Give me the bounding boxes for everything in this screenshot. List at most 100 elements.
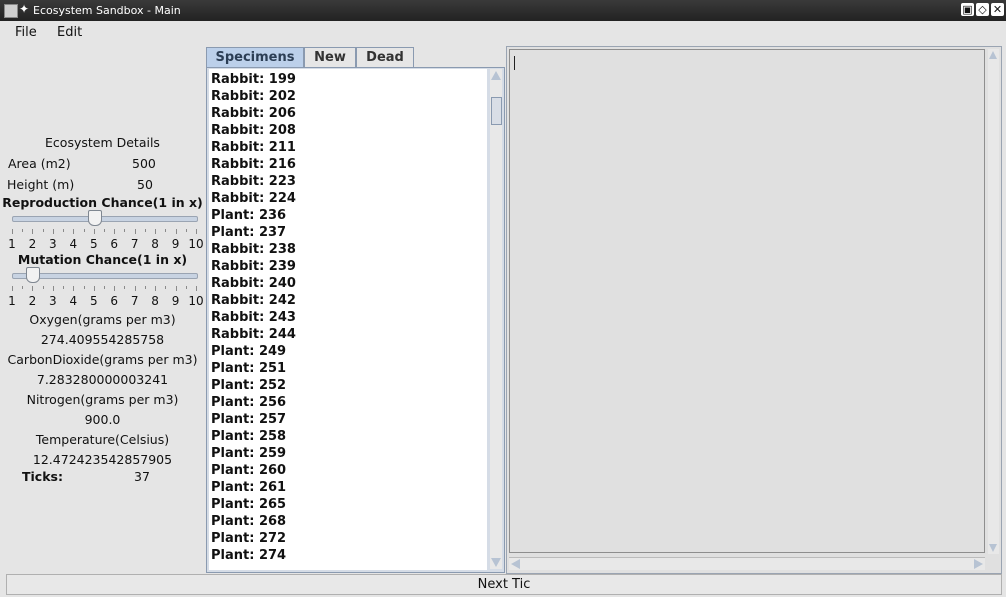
list-item[interactable]: Rabbit: 206 xyxy=(211,106,296,121)
mutation-slider[interactable] xyxy=(12,267,198,283)
list-item[interactable]: Plant: 252 xyxy=(211,378,286,393)
area-value: 500 xyxy=(132,156,156,171)
mutation-tick xyxy=(175,286,177,291)
log-scroll-up-icon[interactable] xyxy=(989,51,997,59)
reproduction-tick xyxy=(42,229,44,232)
reproduction-tick-label: 1 xyxy=(8,237,16,251)
temperature-label: Temperature(Celsius) xyxy=(35,432,170,447)
specimens-scrollbar[interactable] xyxy=(490,69,502,569)
mutation-tick-label: 1 xyxy=(8,294,16,308)
reproduction-tick xyxy=(104,229,105,232)
reproduction-tick-label: 3 xyxy=(49,237,57,251)
list-item[interactable]: Rabbit: 243 xyxy=(211,310,296,325)
mutation-tick-label: 4 xyxy=(69,294,78,308)
menu-file[interactable]: File xyxy=(15,25,37,40)
list-item[interactable]: Rabbit: 223 xyxy=(211,174,296,189)
close-icon[interactable]: ✕ xyxy=(991,3,1004,16)
scroll-down-icon[interactable] xyxy=(491,558,501,567)
reproduction-tick-label: 2 xyxy=(28,237,37,251)
tab-new[interactable]: New xyxy=(304,47,356,67)
list-item[interactable]: Plant: 249 xyxy=(211,344,286,359)
log-scroll-down-icon[interactable] xyxy=(989,544,997,552)
list-item[interactable]: Rabbit: 224 xyxy=(211,191,296,206)
log-horizontal-scrollbar[interactable] xyxy=(509,557,985,570)
reproduction-tick xyxy=(52,229,54,234)
mutation-tick-label: 7 xyxy=(130,294,139,308)
list-item[interactable]: Plant: 257 xyxy=(211,412,286,427)
window-menu-icon[interactable] xyxy=(4,4,18,18)
mutation-tick xyxy=(32,286,34,291)
log-text-area[interactable] xyxy=(509,49,985,553)
list-item[interactable]: Plant: 236 xyxy=(211,208,286,223)
specimens-list[interactable]: Rabbit: 199 Rabbit: 202 Rabbit: 206 Rabbit:… xyxy=(209,69,487,570)
log-vertical-scrollbar[interactable] xyxy=(988,49,999,554)
mutation-tick xyxy=(104,286,105,289)
list-item[interactable]: Rabbit: 240 xyxy=(211,276,296,291)
list-item[interactable]: Rabbit: 208 xyxy=(211,123,296,138)
reproduction-tick-label: 8 xyxy=(151,237,159,251)
list-item[interactable]: Rabbit: 239 xyxy=(211,259,296,274)
list-item[interactable]: Rabbit: 202 xyxy=(211,89,296,104)
tab-specimens[interactable]: Specimens xyxy=(206,47,304,67)
list-item[interactable]: Plant: 261 xyxy=(211,480,286,495)
list-item[interactable]: Rabbit: 244 xyxy=(211,327,296,342)
reproduction-slider-thumb[interactable] xyxy=(87,210,102,226)
mutation-tick-label: 10 xyxy=(188,294,204,308)
list-item[interactable]: Rabbit: 238 xyxy=(211,242,296,257)
list-item[interactable]: Plant: 272 xyxy=(211,531,286,546)
mutation-tick xyxy=(185,286,187,289)
tab-dead[interactable]: Dead xyxy=(356,47,414,67)
mutation-tick xyxy=(22,286,24,289)
reproduction-slider[interactable] xyxy=(12,210,198,226)
oxygen-value: 274.409554285758 xyxy=(40,332,165,347)
log-scroll-left-icon[interactable] xyxy=(511,559,520,569)
reproduction-tick xyxy=(114,229,116,234)
oxygen-label: Oxygen(grams per m3) xyxy=(29,312,176,327)
list-item[interactable]: Plant: 237 xyxy=(211,225,286,240)
reproduction-tick-label: 4 xyxy=(69,237,78,251)
reproduction-tick xyxy=(185,229,187,232)
list-item[interactable]: Rabbit: 199 xyxy=(211,72,296,87)
log-scroll-right-icon[interactable] xyxy=(974,559,983,569)
mutation-tick-label: 3 xyxy=(49,294,57,308)
menu-bar: File Edit xyxy=(0,21,1006,44)
list-item[interactable]: Plant: 265 xyxy=(211,497,286,512)
specimens-panel: Rabbit: 199 Rabbit: 202 Rabbit: 206 Rabbit:… xyxy=(206,67,505,573)
list-item[interactable]: Rabbit: 216 xyxy=(211,157,296,172)
mutation-tick xyxy=(42,286,44,289)
title-bar: ✦ Ecosystem Sandbox - Main ▣ ◇ ✕ xyxy=(0,0,1006,21)
mutation-tick xyxy=(155,286,157,291)
list-item[interactable]: Rabbit: 211 xyxy=(211,140,296,155)
list-item[interactable]: Rabbit: 242 xyxy=(211,293,296,308)
restore-icon[interactable]: ▣ xyxy=(961,3,974,16)
menu-edit[interactable]: Edit xyxy=(57,25,82,40)
mutation-slider-thumb[interactable] xyxy=(26,267,41,283)
reproduction-tick-label: 10 xyxy=(188,237,204,251)
reproduction-ticks xyxy=(12,229,197,235)
mutation-tick xyxy=(114,286,116,291)
scroll-thumb[interactable] xyxy=(491,97,502,125)
reproduction-tick-label: 6 xyxy=(110,237,119,251)
area-label: Area (m2) xyxy=(8,156,71,171)
height-label: Height (m) xyxy=(7,177,75,192)
list-item[interactable]: Plant: 256 xyxy=(211,395,286,410)
list-item[interactable]: Plant: 251 xyxy=(211,361,286,376)
app-logo-icon: ✦ xyxy=(19,2,30,16)
list-item[interactable]: Plant: 258 xyxy=(211,429,286,444)
mutation-tick-label: 6 xyxy=(110,294,119,308)
mutation-tick xyxy=(196,286,197,291)
list-item[interactable]: Plant: 268 xyxy=(211,514,286,529)
mutation-tick xyxy=(93,286,95,291)
list-item[interactable]: Plant: 260 xyxy=(211,463,286,478)
scroll-up-icon[interactable] xyxy=(491,71,501,80)
main-window: ✦ Ecosystem Sandbox - Main ▣ ◇ ✕ File Ed… xyxy=(0,0,1006,597)
maximize-icon[interactable]: ◇ xyxy=(976,3,989,16)
list-item[interactable]: Plant: 259 xyxy=(211,446,286,461)
reproduction-tick xyxy=(155,229,157,234)
reproduction-tick xyxy=(134,229,136,234)
nitrogen-label: Nitrogen(grams per m3) xyxy=(26,392,179,407)
next-tic-button[interactable]: Next Tic xyxy=(6,574,1002,595)
height-value: 50 xyxy=(137,177,153,192)
list-item[interactable]: Plant: 274 xyxy=(211,548,286,563)
reproduction-tick xyxy=(165,229,167,232)
